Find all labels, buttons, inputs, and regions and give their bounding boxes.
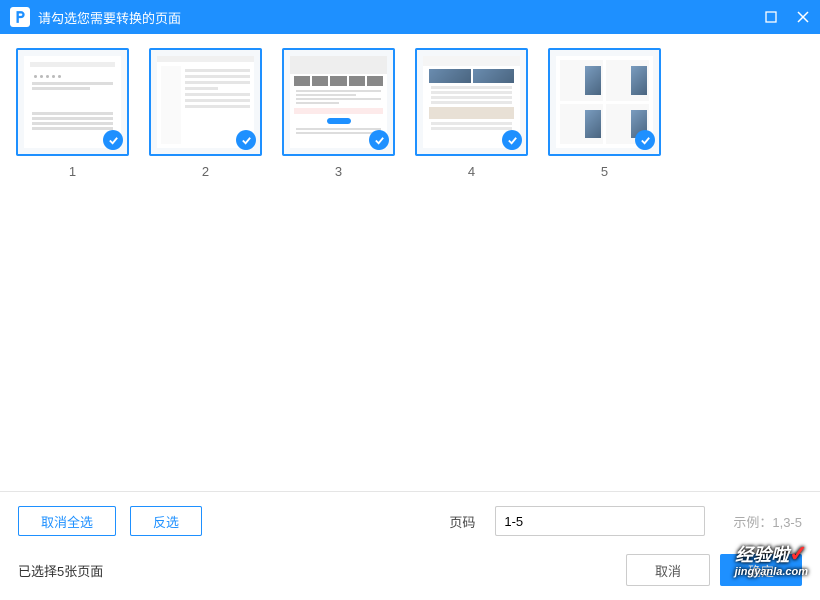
check-icon — [502, 130, 522, 150]
maximize-icon[interactable] — [764, 10, 778, 24]
close-icon[interactable] — [796, 10, 810, 24]
thumbnail-label: 3 — [335, 164, 342, 179]
thumbnail-item: 5 — [548, 48, 661, 179]
footer-row-1: 取消全选 反选 页码 示例：1,3-5 — [18, 506, 802, 536]
thumbnail-label: 1 — [69, 164, 76, 179]
window-controls — [764, 10, 810, 24]
confirm-button[interactable]: 确定 — [720, 554, 802, 586]
thumbnail-3[interactable] — [282, 48, 395, 156]
thumbnail-1[interactable] — [16, 48, 129, 156]
page-range-label: 页码 — [449, 512, 475, 531]
check-icon — [236, 130, 256, 150]
page-range-input[interactable] — [495, 506, 705, 536]
deselect-all-button[interactable]: 取消全选 — [18, 506, 116, 536]
footer: 取消全选 反选 页码 示例：1,3-5 已选择5张页面 取消 确定 — [0, 491, 820, 600]
footer-row-2: 已选择5张页面 取消 确定 — [18, 554, 802, 586]
check-icon — [103, 130, 123, 150]
thumbnail-item: 2 — [149, 48, 262, 179]
thumbnail-label: 2 — [202, 164, 209, 179]
thumbnail-5[interactable] — [548, 48, 661, 156]
thumbnail-item: 4 — [415, 48, 528, 179]
thumbnail-grid: 1 2 — [16, 48, 804, 179]
thumbnail-item: 3 — [282, 48, 395, 179]
app-icon — [10, 7, 30, 27]
thumbnail-item: 1 — [16, 48, 129, 179]
thumbnail-2[interactable] — [149, 48, 262, 156]
check-icon — [635, 130, 655, 150]
thumbnail-label: 4 — [468, 164, 475, 179]
invert-selection-button[interactable]: 反选 — [130, 506, 202, 536]
thumbnail-label: 5 — [601, 164, 608, 179]
titlebar: 请勾选您需要转换的页面 — [0, 0, 820, 34]
page-range-hint: 示例：1,3-5 — [733, 512, 802, 531]
thumbnail-4[interactable] — [415, 48, 528, 156]
cancel-button[interactable]: 取消 — [626, 554, 710, 586]
selection-status: 已选择5张页面 — [18, 561, 626, 580]
check-icon — [369, 130, 389, 150]
content-area: 1 2 — [0, 34, 820, 488]
window-title: 请勾选您需要转换的页面 — [38, 8, 764, 27]
